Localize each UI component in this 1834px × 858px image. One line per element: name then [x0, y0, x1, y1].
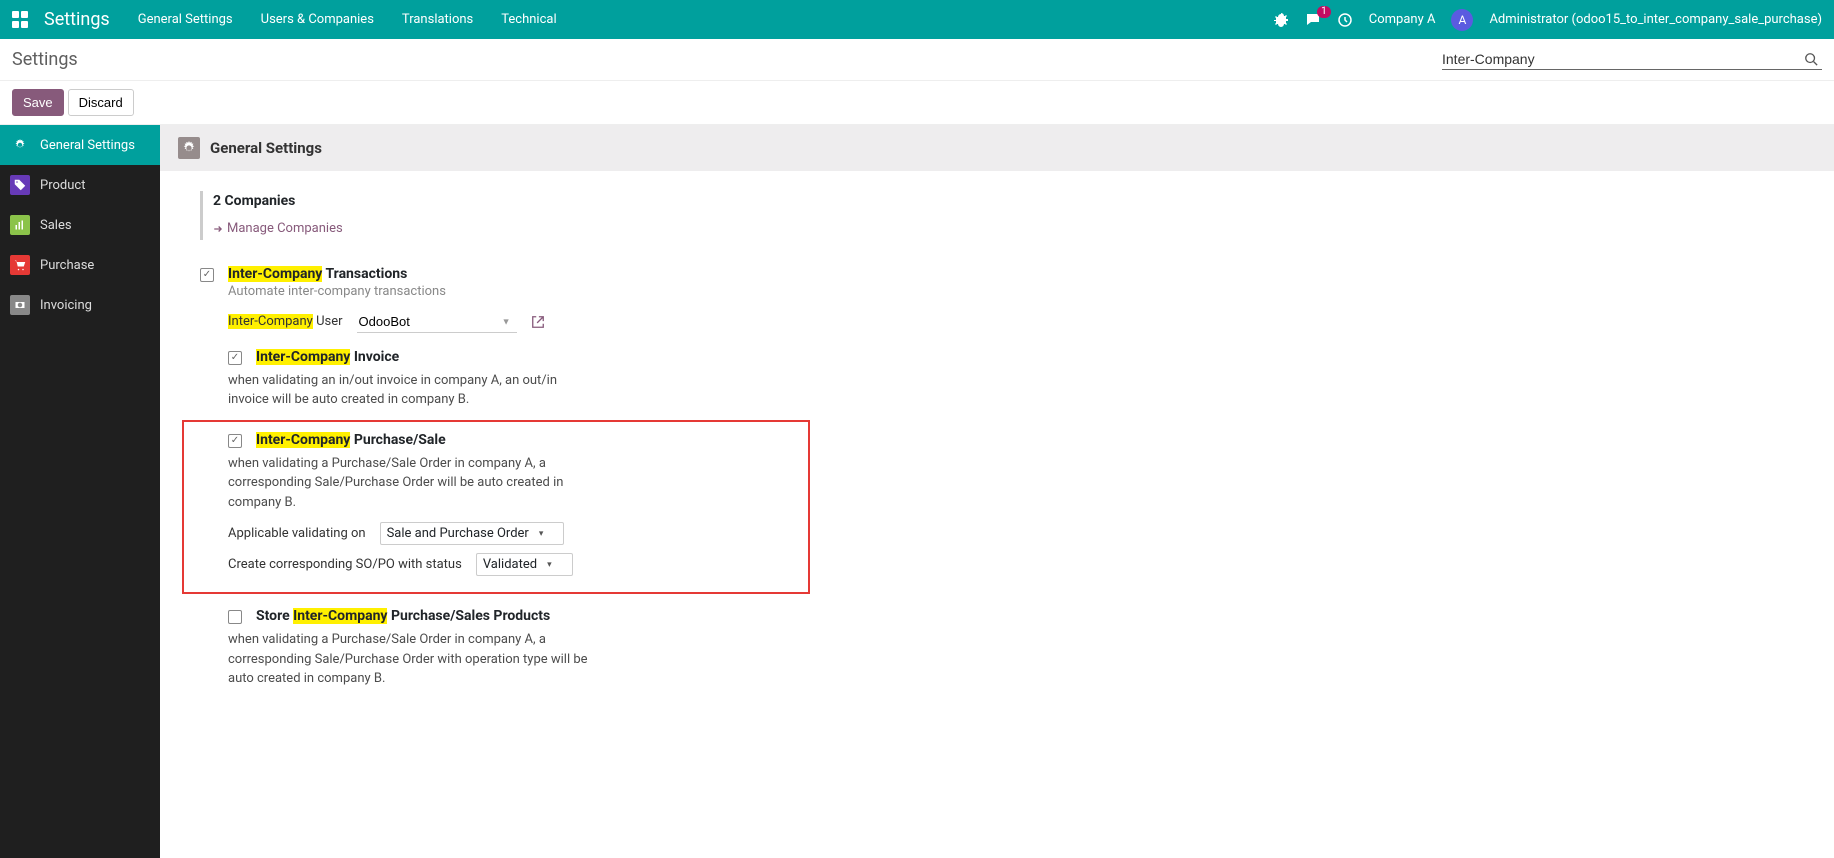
breadcrumb-title: Settings — [12, 49, 78, 70]
companies-block: 2 Companies Manage Companies — [200, 191, 800, 240]
search-input[interactable] — [1442, 51, 1800, 67]
sidebar-item-purchase[interactable]: Purchase — [0, 245, 160, 285]
money-icon — [10, 295, 30, 315]
setting-title: Inter-Company Transactions — [228, 266, 800, 282]
chart-icon — [10, 215, 30, 235]
checkbox-purchase-sale[interactable] — [228, 434, 242, 448]
user-menu[interactable]: Administrator (odoo15_to_inter_company_s… — [1489, 12, 1822, 27]
applicable-on-row: Applicable validating on Sale and Purcha… — [228, 522, 800, 545]
setting-title: Inter-Company Purchase/Sale — [256, 432, 446, 448]
menu-translations[interactable]: Translations — [402, 12, 473, 27]
highlight-box: Inter-Company Purchase/Sale when validat… — [182, 420, 810, 595]
navbar-right: 1 Company A A Administrator (odoo15_to_i… — [1273, 9, 1822, 31]
messages-badge: 1 — [1317, 6, 1331, 18]
manage-companies-label: Manage Companies — [227, 221, 343, 236]
intercompany-user-select[interactable] — [357, 311, 517, 333]
setting-store-products: Store Inter-Company Purchase/Sales Produ… — [228, 608, 800, 626]
search-wrap — [1442, 49, 1822, 70]
menu-general-settings[interactable]: General Settings — [138, 12, 233, 27]
main: General Settings Product Sales Purchase … — [0, 125, 1834, 858]
menu-technical[interactable]: Technical — [501, 12, 556, 27]
status-row: Create corresponding SO/PO with status V… — [228, 553, 800, 576]
checkbox-store-products[interactable] — [228, 610, 242, 624]
gear-icon — [178, 137, 200, 159]
button-row: Save Discard — [0, 81, 1834, 125]
cart-icon — [10, 255, 30, 275]
sidebar-item-label: Purchase — [40, 258, 94, 273]
highlight-text: Inter-Company — [228, 266, 322, 282]
search-button[interactable] — [1800, 52, 1822, 66]
setting-help: when validating a Purchase/Sale Order in… — [228, 454, 588, 513]
sidebar-item-product[interactable]: Product — [0, 165, 160, 205]
content: General Settings 2 Companies Manage Comp… — [160, 125, 1834, 858]
chevron-down-icon: ▾ — [539, 529, 544, 539]
sidebar: General Settings Product Sales Purchase … — [0, 125, 160, 858]
section-title: General Settings — [210, 139, 322, 157]
companies-count: 2 Companies — [213, 193, 800, 209]
field-label: Create corresponding SO/PO with status — [228, 557, 462, 572]
gear-icon — [10, 135, 30, 155]
navbar-title[interactable]: Settings — [44, 9, 110, 30]
setting-help: when validating a Purchase/Sale Order in… — [228, 630, 608, 689]
arrow-right-icon — [213, 224, 223, 234]
setting-title: Store Inter-Company Purchase/Sales Produ… — [256, 608, 550, 624]
setting-intercompany-purchase-sale: Inter-Company Purchase/Sale — [228, 432, 800, 450]
section-header: General Settings — [160, 125, 1834, 171]
tag-icon — [10, 175, 30, 195]
chevron-down-icon: ▾ — [547, 560, 552, 570]
sidebar-item-general[interactable]: General Settings — [0, 125, 160, 165]
applicable-on-select[interactable]: Sale and Purchase Order ▾ — [380, 522, 565, 545]
sidebar-item-label: Product — [40, 178, 85, 193]
debug-icon[interactable] — [1273, 12, 1289, 28]
field-label: Applicable validating on — [228, 526, 366, 541]
external-link-icon[interactable] — [531, 315, 545, 329]
menu-users-companies[interactable]: Users & Companies — [261, 12, 374, 27]
setting-intercompany-invoice: Inter-Company Invoice — [228, 349, 800, 367]
sidebar-item-label: Invoicing — [40, 298, 92, 313]
sidebar-item-sales[interactable]: Sales — [0, 205, 160, 245]
navbar: Settings General Settings Users & Compan… — [0, 0, 1834, 39]
status-select[interactable]: Validated ▾ — [476, 553, 573, 576]
save-button[interactable]: Save — [12, 89, 64, 116]
manage-companies-link[interactable]: Manage Companies — [213, 221, 343, 236]
checkbox-invoice[interactable] — [228, 351, 242, 365]
messages-icon[interactable]: 1 — [1305, 12, 1321, 28]
control-panel: Settings — [0, 39, 1834, 81]
sidebar-item-invoicing[interactable]: Invoicing — [0, 285, 160, 325]
field-label: Inter-Company User — [228, 314, 343, 329]
setting-intercompany-transactions: Inter-Company Transactions Automate inte… — [200, 266, 800, 699]
checkbox-intercompany-transactions[interactable] — [200, 268, 214, 282]
avatar[interactable]: A — [1451, 9, 1473, 31]
setting-help: when validating an in/out invoice in com… — [228, 371, 588, 410]
navbar-menu: General Settings Users & Companies Trans… — [138, 12, 557, 27]
sidebar-item-label: Sales — [40, 218, 72, 233]
settings-body: 2 Companies Manage Companies Inter-Compa… — [160, 171, 840, 733]
company-selector[interactable]: Company A — [1369, 12, 1436, 27]
activities-icon[interactable] — [1337, 12, 1353, 28]
intercompany-user-row: Inter-Company User ▼ — [228, 311, 800, 333]
apps-icon[interactable] — [12, 11, 30, 29]
setting-desc: Automate inter-company transactions — [228, 284, 800, 299]
setting-title: Inter-Company Invoice — [256, 349, 399, 365]
sidebar-item-label: General Settings — [40, 138, 135, 153]
discard-button[interactable]: Discard — [68, 89, 134, 116]
